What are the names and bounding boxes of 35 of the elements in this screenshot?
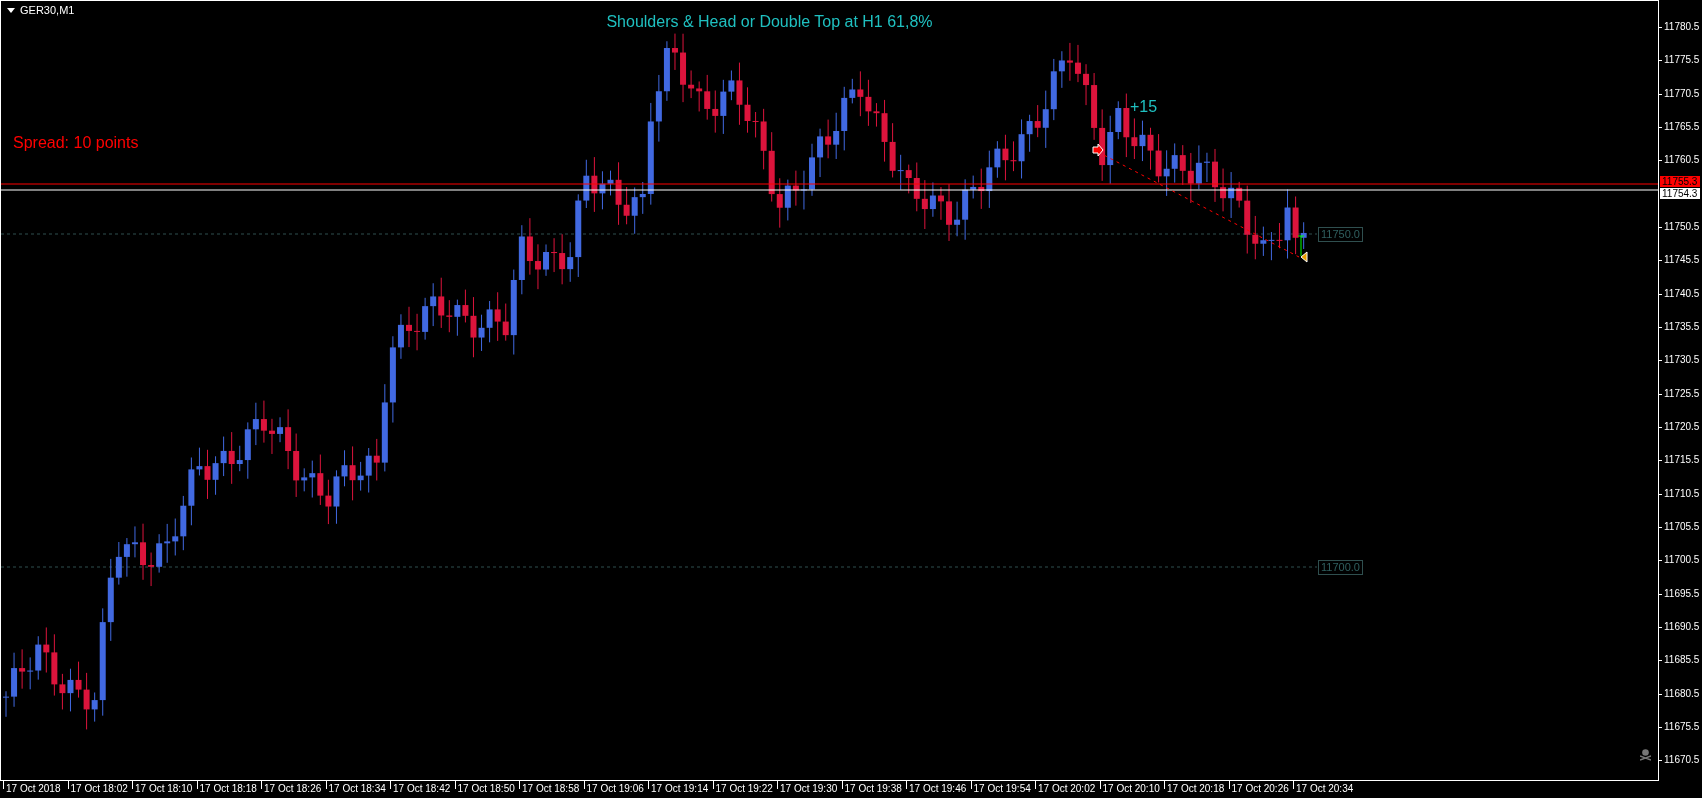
price-axis-label: 11730.5 [1664, 354, 1700, 367]
price-axis-label: 11720.5 [1664, 420, 1700, 433]
chart-title-text: Shoulders & Head or Double Top at H1 61,8% [606, 13, 933, 31]
price-axis-label: 11675.5 [1664, 720, 1700, 733]
price-axis-label: 11680.5 [1664, 687, 1700, 700]
price-axis-label: 11765.5 [1664, 121, 1700, 133]
price-axis-label: 11670.5 [1664, 754, 1700, 767]
bid-price-label: 11754.3 [1660, 188, 1700, 199]
dropdown-icon[interactable] [7, 8, 15, 13]
price-axis-label: 11695.5 [1664, 587, 1700, 600]
price-axis-label: 11760.5 [1664, 154, 1700, 167]
price-level-label: 11700.0 [1318, 560, 1363, 575]
price-axis-label: 11690.5 [1664, 620, 1700, 633]
stop-marker-icon [1297, 235, 1305, 257]
spread-label: Spread: 10 points [13, 134, 139, 152]
symbol-label: GER30,M1 [20, 4, 75, 17]
price-axis-label: 11710.5 [1664, 487, 1700, 500]
price-axis-label: 11715.5 [1664, 454, 1700, 467]
skull-icon [1640, 749, 1651, 761]
price-axis-label: 11700.5 [1664, 554, 1700, 567]
price-axis-label: 11725.5 [1664, 387, 1700, 400]
price-axis-label: 11745.5 [1664, 254, 1700, 267]
price-level-label: 11750.0 [1318, 227, 1363, 242]
price-axis-label: 11685.5 [1664, 654, 1700, 667]
price-axis-label: 11770.5 [1664, 87, 1700, 100]
price-axis-label: 11735.5 [1664, 320, 1700, 333]
price-axis-label: 11740.5 [1664, 287, 1700, 300]
price-axis-label: 11775.5 [1664, 54, 1700, 67]
ask-price-label: 11755.3 [1660, 176, 1700, 187]
price-axis-label: 11750.5 [1664, 220, 1700, 233]
exit-arrow-icon [1300, 251, 1308, 263]
entry-arrow-icon [1092, 143, 1104, 157]
profit-label: +15 [1130, 98, 1158, 116]
price-axis-label: 11780.5 [1664, 21, 1700, 33]
price-axis-label: 11705.5 [1664, 520, 1700, 533]
